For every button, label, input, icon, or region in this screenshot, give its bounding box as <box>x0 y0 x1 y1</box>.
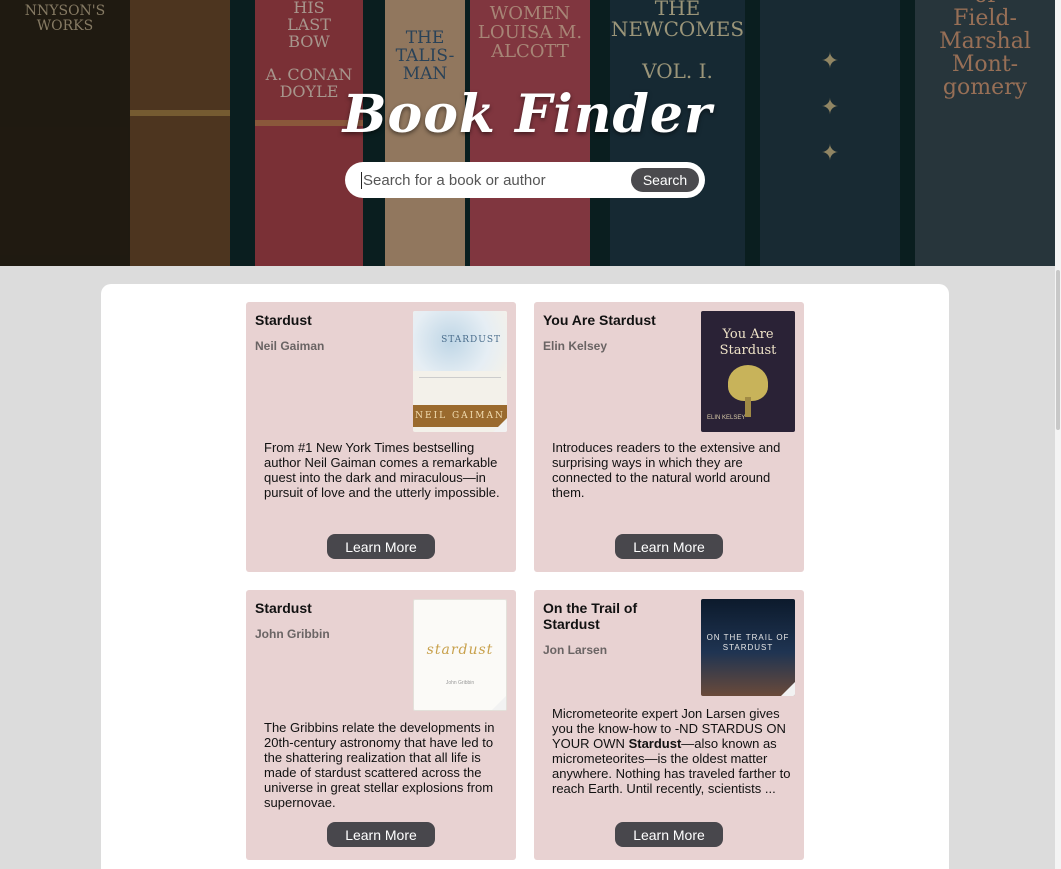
book-cover[interactable]: ON THE TRAIL OF STARDUST <box>701 599 795 696</box>
book-title: Stardust <box>255 600 312 616</box>
search-button[interactable]: Search <box>631 168 699 192</box>
learn-more-button[interactable]: Learn More <box>327 534 435 559</box>
book-cover[interactable]: stardust John Gribbin <box>413 599 507 711</box>
cover-author: ELIN KELSEY <box>707 415 746 421</box>
book-author: Elin Kelsey <box>543 339 608 353</box>
results-panel: Stardust Neil Gaiman STARDUST NEIL GAIMA… <box>101 284 949 869</box>
book-description: Introduces readers to the extensive and … <box>552 440 781 500</box>
page-title: Book Finder <box>342 84 713 145</box>
book-description: From #1 New York Times bestselling autho… <box>264 440 500 500</box>
search-input[interactable] <box>361 171 631 189</box>
book-description: The Gribbins relate the developments in … <box>264 720 495 810</box>
book-author: John Gribbin <box>255 627 330 641</box>
learn-more-button[interactable]: Learn More <box>615 534 723 559</box>
cover-title: ON THE TRAIL OF STARDUST <box>706 633 790 652</box>
book-cover[interactable]: You Are Stardust ELIN KELSEY <box>701 311 795 432</box>
cover-title: You Are Stardust <box>719 327 777 358</box>
scrollbar-thumb[interactable] <box>1056 270 1060 430</box>
book-title: On the Trail of Stardust <box>543 600 638 632</box>
learn-more-button[interactable]: Learn More <box>327 822 435 847</box>
book-cover[interactable]: STARDUST NEIL GAIMAN <box>413 311 507 432</box>
scrollbar[interactable] <box>1055 0 1061 869</box>
hero-banner: NNYSON'S WORKS HIS LAST BOW A. CONAN DOY… <box>0 0 1055 266</box>
search-bar: Search <box>345 162 705 198</box>
book-title: You Are Stardust <box>543 312 656 328</box>
book-card: On the Trail of Stardust Jon Larsen ON T… <box>534 590 804 860</box>
cover-author: John Gribbin <box>445 680 475 686</box>
book-card: You Are Stardust Elin Kelsey You Are Sta… <box>534 302 804 572</box>
book-title: Stardust <box>255 312 312 328</box>
book-card: Stardust Neil Gaiman STARDUST NEIL GAIMA… <box>246 302 516 572</box>
book-card: Stardust John Gribbin stardust John Grib… <box>246 590 516 860</box>
book-author: Jon Larsen <box>543 643 608 657</box>
book-author: Neil Gaiman <box>255 339 325 353</box>
learn-more-button[interactable]: Learn More <box>615 822 723 847</box>
cover-title: STARDUST <box>441 335 501 345</box>
book-description: Micrometeorite expert Jon Larsen gives y… <box>552 706 791 796</box>
cover-title: stardust <box>426 642 494 658</box>
tree-icon <box>728 365 768 401</box>
